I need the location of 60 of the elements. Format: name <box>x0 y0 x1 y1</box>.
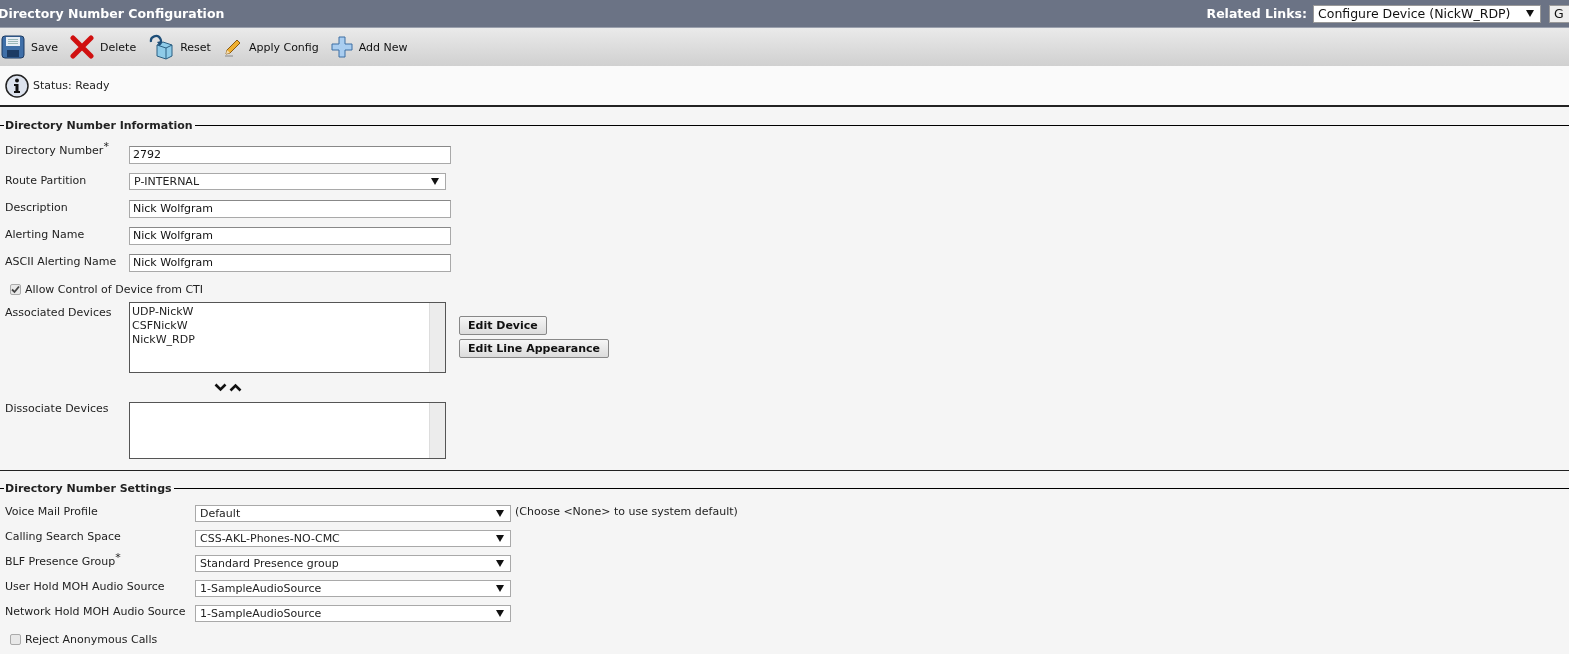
caret-icon <box>431 178 439 185</box>
checkbox-label[interactable]: Reject Anonymous Calls <box>25 632 158 646</box>
checkbox[interactable] <box>10 633 21 645</box>
related-links-label: Related Links: <box>1206 6 1307 21</box>
section-title: Directory Number Settings <box>4 481 173 495</box>
caret-icon <box>496 535 504 542</box>
text-field[interactable]: 2792 <box>129 145 451 164</box>
scrollbar-track[interactable] <box>429 403 445 458</box>
caret-icon <box>496 610 504 617</box>
text-field[interactable]: Nick Wolfgram <box>129 253 451 272</box>
dropdown[interactable]: Standard Presence group <box>195 555 511 572</box>
field-label: Route Partition <box>4 173 88 187</box>
field-label: Alerting Name <box>4 227 86 241</box>
caret-icon <box>1526 10 1534 17</box>
caret-icon <box>496 585 504 592</box>
plus-icon <box>330 36 353 58</box>
checkbox-label[interactable]: Allow Control of Device from CTI <box>25 282 204 296</box>
move-down-icon[interactable] <box>214 383 227 392</box>
page-title: Directory Number Configuration <box>0 6 225 21</box>
field-label: Description <box>4 200 69 214</box>
field-label: Dissociate Devices <box>4 402 110 415</box>
dropdown[interactable]: P-INTERNAL <box>129 173 446 190</box>
toolbar-button[interactable]: Add New <box>330 32 414 62</box>
text-field[interactable]: Nick Wolfgram <box>129 199 451 218</box>
toolbar-button[interactable]: Save <box>1 32 64 62</box>
toolbar-button[interactable]: Apply Config <box>222 32 325 62</box>
hint-text: (Choose <None> to use system default) <box>515 504 738 518</box>
move-up-icon[interactable] <box>229 383 242 392</box>
field-label: Calling Search Space <box>4 529 122 543</box>
delete-icon <box>70 35 94 59</box>
section-title: Directory Number Information <box>4 118 194 132</box>
field-label: ASCII Alerting Name <box>4 254 118 268</box>
field-label: User Hold MOH Audio Source <box>4 579 166 593</box>
action-button[interactable]: Edit Device <box>459 316 547 335</box>
field-label: Voice Mail Profile <box>4 504 99 518</box>
pencil-icon <box>222 37 243 57</box>
info-icon <box>5 73 29 98</box>
toolbar-button[interactable]: Reset <box>148 32 217 62</box>
dropdown[interactable]: 1-SampleAudioSource <box>195 605 511 622</box>
caret-icon <box>496 510 504 517</box>
field-label: Network Hold MOH Audio Source <box>4 604 187 618</box>
scrollbar-track[interactable] <box>429 303 445 372</box>
checkbox[interactable] <box>10 283 21 295</box>
toolbar-button[interactable]: Delete <box>70 32 143 62</box>
associated-devices-list[interactable]: UDP-NickW CSFNickW NickW_RDP <box>129 302 446 373</box>
related-links-dropdown[interactable]: Configure Device (NickW_RDP) <box>1313 4 1541 23</box>
caret-icon <box>496 560 504 567</box>
dropdown[interactable]: Default <box>195 505 511 522</box>
cube-arrow-icon <box>148 34 175 60</box>
field-label: Associated Devices <box>4 305 113 319</box>
text-field[interactable]: Nick Wolfgram <box>129 226 451 245</box>
dissociate-devices-list[interactable] <box>129 402 446 459</box>
go-button[interactable]: G <box>1549 4 1569 23</box>
list-item[interactable]: NickW_RDP <box>132 333 427 347</box>
status-text: Status: Ready <box>33 79 110 92</box>
action-button[interactable]: Edit Line Appearance <box>459 339 609 358</box>
dropdown[interactable]: 1-SampleAudioSource <box>195 580 511 597</box>
list-item[interactable]: UDP-NickW <box>132 305 427 319</box>
list-item[interactable]: CSFNickW <box>132 319 427 333</box>
dropdown[interactable]: CSS-AKL-Phones-NO-CMC <box>195 530 511 547</box>
